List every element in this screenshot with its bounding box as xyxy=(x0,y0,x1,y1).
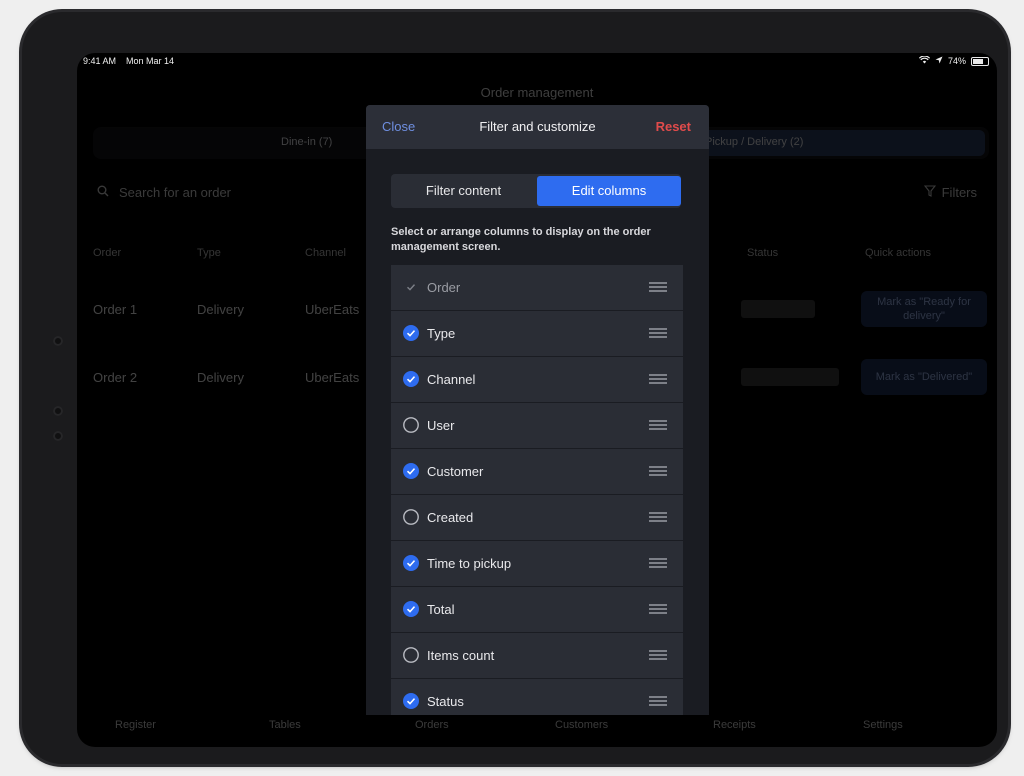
checkbox-checked-icon[interactable] xyxy=(403,463,419,479)
column-row-user[interactable]: User xyxy=(391,403,683,449)
row-channel: UberEats xyxy=(305,370,360,385)
column-header-quick-actions: Quick actions xyxy=(865,247,932,259)
search-placeholder: Search for an order xyxy=(119,185,232,200)
drag-handle-icon[interactable] xyxy=(649,328,667,338)
column-label: Type xyxy=(427,326,456,341)
checkbox-checked-icon[interactable] xyxy=(403,325,419,341)
filter-icon xyxy=(923,185,936,200)
tab-receipts: Receipts xyxy=(713,719,756,731)
column-label: Order xyxy=(427,280,461,295)
location-icon xyxy=(935,56,943,66)
modal-header: Close Filter and customize Reset xyxy=(366,105,709,150)
row-type: Delivery xyxy=(197,370,244,385)
tab-orders: Orders xyxy=(415,719,449,731)
drag-handle-icon[interactable] xyxy=(649,374,667,384)
column-label: Status xyxy=(427,694,464,709)
column-row-created[interactable]: Created xyxy=(391,495,683,541)
column-label: Channel xyxy=(427,372,476,387)
column-header-status: Status xyxy=(747,247,779,259)
row-channel: UberEats xyxy=(305,302,360,317)
screen: 9:41 AM Mon Mar 14 74% Order management … xyxy=(77,53,997,747)
segment-dine-in: Dine-in (7) xyxy=(281,136,333,148)
sensor-dot xyxy=(53,336,63,346)
wifi-icon xyxy=(918,55,931,66)
status-time: 9:41 AM xyxy=(83,56,117,66)
status-badge xyxy=(741,300,815,318)
checkbox-checked-icon[interactable] xyxy=(403,555,419,571)
page-title: Order management xyxy=(480,85,594,100)
column-row-time-to-pickup[interactable]: Time to pickup xyxy=(391,541,683,587)
status-date: Mon Mar 14 xyxy=(126,56,175,66)
drag-handle-icon[interactable] xyxy=(649,604,667,614)
column-row-total[interactable]: Total xyxy=(391,587,683,633)
search-bar: Search for an order xyxy=(97,185,231,200)
quick-action-button: Mark as "Delivered" xyxy=(861,359,987,395)
column-row-customer[interactable]: Customer xyxy=(391,449,683,495)
drag-handle-icon[interactable] xyxy=(649,420,667,430)
sensor-dot xyxy=(53,431,63,441)
drag-handle-icon[interactable] xyxy=(649,696,667,706)
sensor-dot xyxy=(53,406,63,416)
battery-percent: 74% xyxy=(947,56,966,66)
locked-check-icon xyxy=(403,279,419,295)
column-label: Created xyxy=(427,510,474,525)
column-row-status[interactable]: Status xyxy=(391,679,683,715)
tablet-device: 9:41 AM Mon Mar 14 74% Order management … xyxy=(22,12,1008,764)
row-order: Order 2 xyxy=(93,370,138,385)
filters-label: Filters xyxy=(941,185,977,200)
battery-icon xyxy=(971,56,989,66)
filters-button: Filters xyxy=(923,185,977,200)
column-header-channel: Channel xyxy=(305,247,346,259)
segment-pickup-delivery: Pickup / Delivery (2) xyxy=(705,136,804,148)
status-bar: 9:41 AM Mon Mar 14 74% xyxy=(77,53,997,71)
search-icon xyxy=(97,185,109,200)
tab-edit-columns[interactable]: Edit columns xyxy=(537,176,681,206)
column-row-order[interactable]: Order xyxy=(391,265,683,311)
column-list: Order Type Channel User Customer Created… xyxy=(391,265,683,715)
column-label: Customer xyxy=(427,464,484,479)
column-label: Items count xyxy=(427,648,495,663)
tab-customers: Customers xyxy=(555,719,609,731)
column-row-type[interactable]: Type xyxy=(391,311,683,357)
checkbox-checked-icon[interactable] xyxy=(403,601,419,617)
drag-handle-icon[interactable] xyxy=(649,466,667,476)
drag-handle-icon[interactable] xyxy=(649,650,667,660)
tab-filter-content[interactable]: Filter content xyxy=(391,174,536,208)
row-order: Order 1 xyxy=(93,302,138,317)
column-row-channel[interactable]: Channel xyxy=(391,357,683,403)
checkbox-checked-icon[interactable] xyxy=(403,693,419,709)
bottom-tab-bar: Register Tables Orders Customers Receipt… xyxy=(77,713,997,743)
drag-handle-icon[interactable] xyxy=(649,282,667,292)
checkbox-unchecked-icon[interactable] xyxy=(403,509,419,525)
drag-handle-icon[interactable] xyxy=(649,558,667,568)
row-type: Delivery xyxy=(197,302,244,317)
checkbox-checked-icon[interactable] xyxy=(403,371,419,387)
reset-button[interactable]: Reset xyxy=(656,119,691,134)
status-badge xyxy=(741,368,839,386)
tab-register: Register xyxy=(115,719,156,731)
column-row-items-count[interactable]: Items count xyxy=(391,633,683,679)
quick-action-button: Mark as "Ready for delivery" xyxy=(861,291,987,327)
tab-tables: Tables xyxy=(269,719,301,731)
checkbox-unchecked-icon[interactable] xyxy=(403,417,419,433)
columns-description: Select or arrange columns to display on … xyxy=(391,226,651,253)
tab-settings: Settings xyxy=(863,719,903,731)
modal-tabs: Filter content Edit columns xyxy=(391,174,681,208)
filter-customize-modal: Close Filter and customize Reset Filter … xyxy=(366,105,709,715)
checkbox-unchecked-icon[interactable] xyxy=(403,647,419,663)
column-header-order: Order xyxy=(93,247,122,259)
column-label: Total xyxy=(427,602,455,617)
column-label: Time to pickup xyxy=(427,556,512,571)
column-header-type: Type xyxy=(197,247,221,259)
column-label: User xyxy=(427,418,455,433)
drag-handle-icon[interactable] xyxy=(649,512,667,522)
